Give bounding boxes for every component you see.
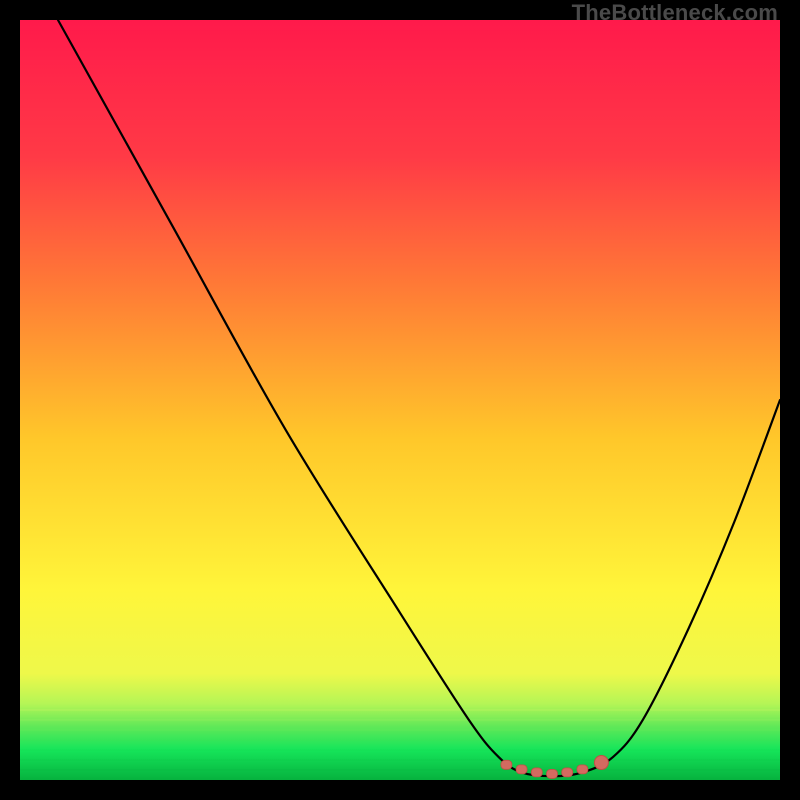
curve-marker bbox=[501, 760, 512, 769]
curve-marker bbox=[547, 769, 558, 778]
curve-marker-end bbox=[594, 756, 608, 770]
bottleneck-curve bbox=[58, 20, 780, 776]
chart-container: TheBottleneck.com bbox=[0, 0, 800, 800]
curve-marker bbox=[577, 765, 588, 774]
curve-marker bbox=[562, 768, 573, 777]
curve-marker bbox=[531, 768, 542, 777]
curve-marker bbox=[516, 765, 527, 774]
curve-layer bbox=[20, 20, 780, 780]
curve-markers bbox=[501, 756, 609, 779]
watermark-text: TheBottleneck.com bbox=[572, 0, 778, 26]
